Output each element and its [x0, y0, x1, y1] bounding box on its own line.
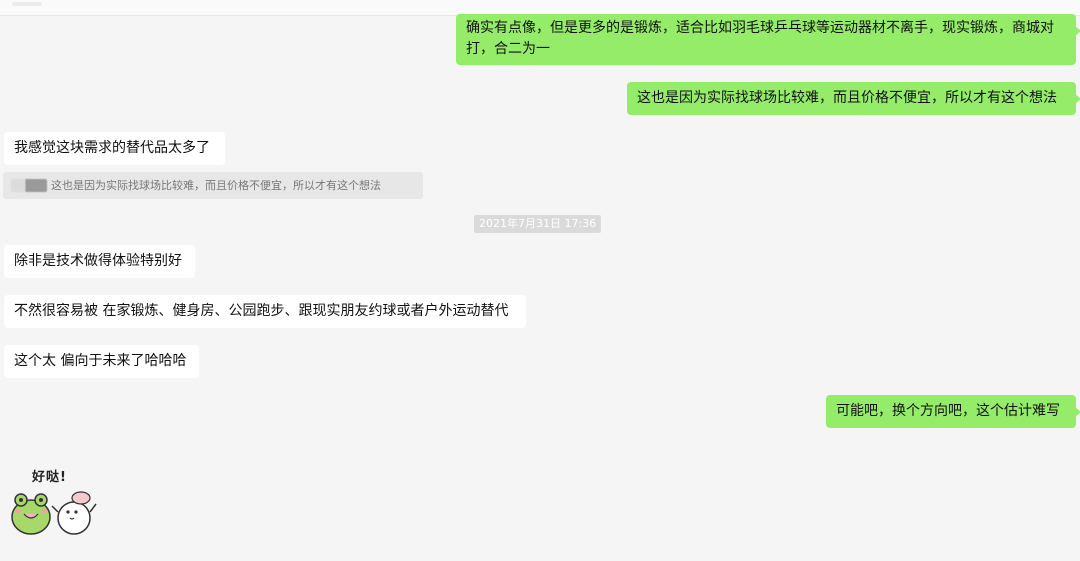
top-edge-marker	[12, 2, 42, 6]
message-bubble-incoming[interactable]: 除非是技术做得体验特别好	[4, 245, 195, 278]
quoted-text: 这也是因为实际找球场比较难，而且价格不便宜，所以才有这个想法	[51, 179, 381, 192]
frog-and-bunny-sticker-icon[interactable]: 好哒!	[4, 462, 104, 538]
quoted-sender-avatar	[11, 179, 47, 192]
chat-window: 确实有点像，但是更多的是锻炼，适合比如羽毛球乒乓球等运动器材不离手，现实锻炼，商…	[0, 0, 1080, 561]
sticker-caption: 好哒!	[32, 470, 67, 485]
message-bubble-outgoing[interactable]: 确实有点像，但是更多的是锻炼，适合比如羽毛球乒乓球等运动器材不离手，现实锻炼，商…	[456, 14, 1080, 65]
timestamp: 2021年7月31日 17:36	[474, 215, 602, 233]
message-text: 除非是技术做得体验特别好	[14, 253, 182, 269]
message-text: 这也是因为实际找球场比较难，而且价格不便宜，所以才有这个想法	[637, 90, 1057, 106]
message-text: 不然很容易被 在家锻炼、健身房、公园跑步、跟现实朋友约球或者户外运动替代	[14, 303, 509, 319]
message-bubble-incoming[interactable]: 不然很容易被 在家锻炼、健身房、公园跑步、跟现实朋友约球或者户外运动替代	[4, 295, 526, 328]
message-bubble-incoming[interactable]: 我感觉这块需求的替代品太多了	[4, 132, 225, 165]
message-text: 确实有点像，但是更多的是锻炼，适合比如羽毛球乒乓球等运动器材不离手，现实锻炼，商…	[466, 20, 1054, 57]
message-bubble-incoming[interactable]: 这个太 偏向于未来了哈哈哈	[4, 345, 199, 378]
message-text: 可能吧，换个方向吧，这个估计难写	[836, 403, 1060, 419]
message-text: 我感觉这块需求的替代品太多了	[14, 140, 210, 156]
message-bubble-outgoing[interactable]: 这也是因为实际找球场比较难，而且价格不便宜，所以才有这个想法	[627, 82, 1080, 115]
message-bubble-outgoing[interactable]: 可能吧，换个方向吧，这个估计难写	[826, 395, 1080, 428]
message-text: 这个太 偏向于未来了哈哈哈	[14, 353, 187, 369]
quoted-reply[interactable]: 这也是因为实际找球场比较难，而且价格不便宜，所以才有这个想法	[3, 172, 423, 199]
